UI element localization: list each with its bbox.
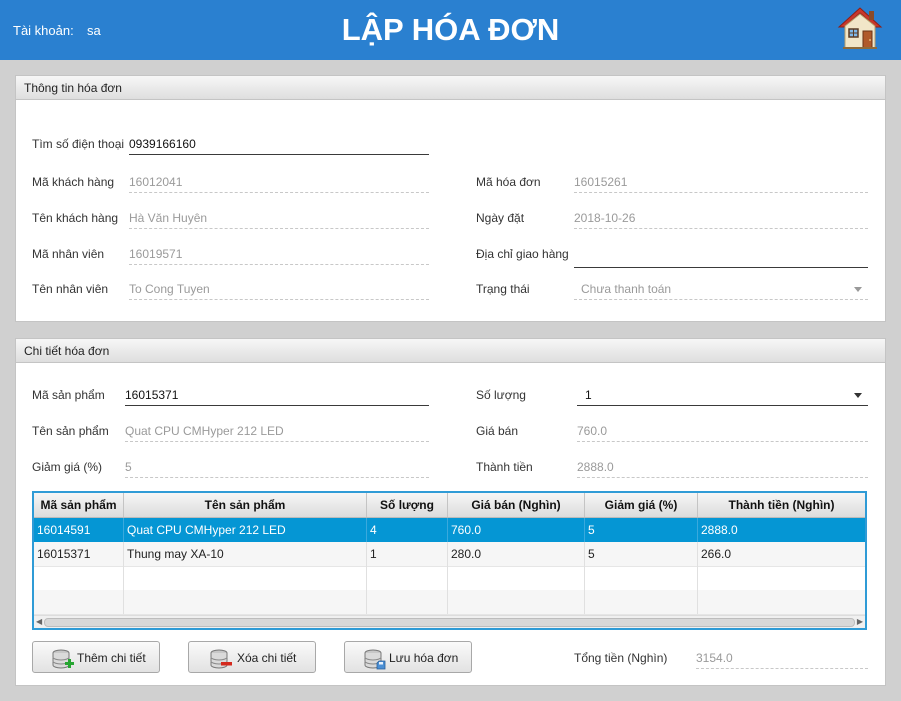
total-label: Tổng tiền (Nghìn) — [574, 651, 668, 665]
table-cell: 16014591 — [34, 518, 124, 542]
table-cell — [124, 566, 367, 590]
delivery-address-input[interactable] — [574, 247, 868, 268]
table-cell: Thung may XA-10 — [124, 542, 367, 566]
price-field: 760.0 — [577, 421, 868, 442]
column-header[interactable]: Giá bán (Nghìn) — [448, 493, 585, 517]
quantity-label: Số lượng — [476, 388, 526, 402]
discount-field: 5 — [125, 457, 429, 478]
invoice-info-header: Thông tin hóa đơn — [16, 76, 885, 100]
total-field: 3154.0 — [696, 648, 868, 669]
page-title: LẬP HÓA ĐƠN — [341, 12, 560, 47]
database-remove-icon — [209, 649, 233, 669]
table-header: Mã sản phẩm Tên sản phẩm Số lượng Giá bá… — [34, 493, 865, 518]
product-name-label: Tên sản phẩm — [32, 424, 109, 438]
table-cell: 2888.0 — [701, 523, 738, 537]
delete-detail-button[interactable]: Xóa chi tiết — [188, 641, 316, 673]
status-dropdown[interactable]: Chưa thanh toán — [574, 279, 868, 300]
quantity-dropdown[interactable]: 1 — [577, 385, 868, 406]
table-cell — [367, 590, 448, 614]
delivery-address-label: Địa chỉ giao hàng — [476, 247, 569, 261]
employee-id-label: Mã nhân viên — [32, 247, 105, 261]
invoice-id-label: Mã hóa đơn — [476, 175, 541, 189]
column-header[interactable]: Thành tiền (Nghìn) — [698, 493, 865, 517]
customer-id-field: 16012041 — [129, 172, 429, 193]
invoice-id-field: 16015261 — [574, 172, 868, 193]
scrollbar-thumb[interactable] — [44, 618, 855, 627]
table-cell — [448, 566, 585, 590]
invoice-detail-header: Chi tiết hóa đơn — [16, 339, 885, 363]
phone-search-label: Tìm số điện thoại — [32, 137, 125, 151]
invoice-detail-table[interactable]: Mã sản phẩm Tên sản phẩm Số lượng Giá bá… — [32, 491, 867, 630]
price-label: Giá bán — [476, 424, 519, 438]
table-cell — [367, 566, 448, 590]
product-name-field: Quat CPU CMHyper 212 LED — [125, 421, 429, 442]
subtotal-field: 2888.0 — [577, 457, 868, 478]
column-header[interactable]: Tên sản phẩm — [124, 493, 367, 517]
status-label: Trạng thái — [476, 282, 530, 296]
customer-name-label: Tên khách hàng — [32, 211, 119, 225]
product-id-input[interactable]: 16015371 — [125, 385, 429, 406]
status-value: Chưa thanh toán — [581, 282, 672, 296]
table-cell — [124, 590, 367, 614]
table-cell — [448, 590, 585, 614]
scroll-left-icon[interactable]: ◀ — [36, 617, 42, 626]
product-id-label: Mã sản phẩm — [32, 388, 105, 402]
horizontal-scrollbar[interactable]: ◀ ▶ — [34, 615, 865, 628]
order-date-label: Ngày đặt — [476, 211, 525, 225]
table-row[interactable]: 16015371 Thung may XA-10 1 280.0 5 266.0 — [34, 542, 865, 567]
employee-name-label: Tên nhân viên — [32, 282, 109, 296]
table-cell — [34, 590, 124, 614]
order-date-field: 2018-10-26 — [574, 208, 868, 229]
database-save-icon — [363, 649, 387, 670]
header-bar: Tài khoản: sa LẬP HÓA ĐƠN — [0, 0, 901, 60]
phone-search-input[interactable]: 0939166160 — [129, 134, 429, 155]
add-detail-button[interactable]: Thêm chi tiết — [32, 641, 160, 673]
table-cell: 5 — [585, 518, 698, 542]
table-row-empty — [34, 590, 865, 615]
table-cell — [585, 566, 698, 590]
customer-id-label: Mã khách hàng — [32, 175, 115, 189]
invoice-detail-title: Chi tiết hóa đơn — [24, 344, 110, 358]
chevron-down-icon — [854, 287, 862, 292]
table-cell — [34, 566, 124, 590]
employee-id-field: 16019571 — [129, 244, 429, 265]
invoice-info-title: Thông tin hóa đơn — [24, 81, 122, 95]
table-cell: 16015371 — [34, 542, 124, 566]
table-cell — [585, 590, 698, 614]
quantity-value: 1 — [585, 388, 592, 402]
delete-detail-label: Xóa chi tiết — [237, 651, 297, 665]
table-cell: 760.0 — [448, 518, 585, 542]
customer-name-field: Hà Văn Huyên — [129, 208, 429, 229]
table-cell: 280.0 — [448, 542, 585, 566]
save-invoice-label: Lưu hóa đơn — [389, 651, 459, 665]
subtotal-label: Thành tiền — [476, 460, 533, 474]
scroll-right-icon[interactable]: ▶ — [857, 617, 863, 626]
table-row[interactable]: 16014591 Quat CPU CMHyper 212 LED 4 760.… — [34, 518, 865, 543]
table-cell: 1 — [367, 542, 448, 566]
table-row-empty — [34, 566, 865, 591]
database-add-icon — [51, 649, 75, 669]
save-invoice-button[interactable]: Lưu hóa đơn — [344, 641, 472, 673]
add-detail-label: Thêm chi tiết — [77, 651, 146, 665]
chevron-down-icon — [854, 393, 862, 398]
column-header[interactable]: Giảm giá (%) — [585, 493, 698, 517]
home-icon[interactable] — [836, 5, 884, 51]
table-cell: 266.0 — [701, 547, 732, 561]
table-cell: 5 — [585, 542, 698, 566]
table-cell: Quat CPU CMHyper 212 LED — [124, 518, 367, 542]
employee-name-field: To Cong Tuyen — [129, 279, 429, 300]
column-header[interactable]: Mã sản phẩm — [34, 493, 124, 517]
table-cell: 4 — [367, 518, 448, 542]
column-header[interactable]: Số lượng — [367, 493, 448, 517]
discount-label: Giảm giá (%) — [32, 460, 103, 474]
